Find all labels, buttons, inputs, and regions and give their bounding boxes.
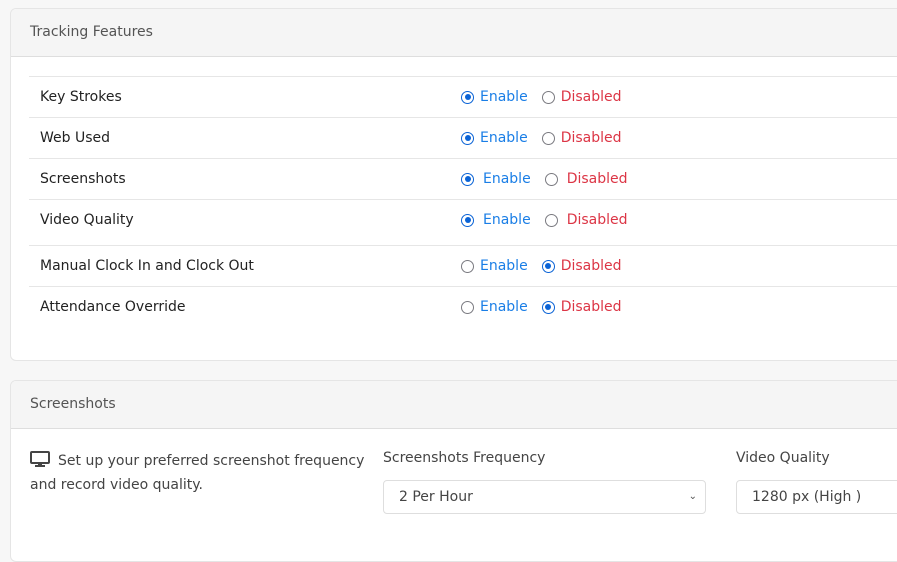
disabled-radio[interactable]: Disabled xyxy=(541,299,622,315)
feature-options: Enable Disabled xyxy=(461,246,622,286)
frequency-label: Screenshots Frequency xyxy=(383,450,546,466)
disabled-label: Disabled xyxy=(560,299,622,315)
disabled-radio[interactable]: Disabled xyxy=(544,171,628,187)
disabled-label: Disabled xyxy=(560,130,622,146)
enable-label: Enable xyxy=(480,299,528,315)
enable-radio[interactable]: Enable xyxy=(461,299,528,315)
radio-unselected-icon[interactable] xyxy=(544,213,558,227)
radio-selected-icon[interactable] xyxy=(541,300,555,314)
radio-unselected-icon[interactable] xyxy=(541,90,555,104)
enable-label: Enable xyxy=(480,130,528,146)
radio-selected-icon[interactable] xyxy=(541,259,555,273)
radio-selected-icon[interactable] xyxy=(461,90,474,104)
feature-label: Web Used xyxy=(40,130,111,146)
radio-selected-icon[interactable] xyxy=(461,213,474,227)
disabled-label: Disabled xyxy=(566,171,628,187)
monitor-icon xyxy=(30,451,50,467)
feature-options: Enable Disabled xyxy=(461,159,628,199)
screenshots-card: Screenshots Set up your preferred screen… xyxy=(10,380,897,562)
feature-row-web-used: Web Used Enable Disabled xyxy=(29,118,897,159)
radio-selected-icon[interactable] xyxy=(461,172,474,186)
enable-label: Enable xyxy=(480,258,528,274)
feature-label: Attendance Override xyxy=(40,299,186,315)
disabled-label: Disabled xyxy=(566,212,628,228)
quality-value: 1280 px (High ) xyxy=(752,489,862,505)
radio-unselected-icon[interactable] xyxy=(541,131,555,145)
feature-row-attendance-override: Attendance Override Enable Disabled xyxy=(29,287,897,327)
quality-label: Video Quality xyxy=(736,450,830,466)
disabled-radio[interactable]: Disabled xyxy=(541,89,622,105)
feature-row-manual-clock: Manual Clock In and Clock Out Enable Dis… xyxy=(29,246,897,287)
screenshots-description-block: Set up your preferred screenshot frequen… xyxy=(30,449,370,497)
feature-list: Key Strokes Enable Disabled Web Used Ena… xyxy=(29,76,897,327)
enable-radio[interactable]: Enable xyxy=(461,130,528,146)
disabled-label: Disabled xyxy=(560,258,622,274)
disabled-radio[interactable]: Disabled xyxy=(541,258,622,274)
tracking-features-title: Tracking Features xyxy=(11,9,897,57)
screenshots-description: Set up your preferred screenshot frequen… xyxy=(30,453,365,493)
feature-row-video-quality: Video Quality Enable Disabled xyxy=(29,200,897,246)
quality-select[interactable]: 1280 px (High ) xyxy=(736,480,897,514)
enable-radio[interactable]: Enable xyxy=(461,171,531,187)
enable-label: Enable xyxy=(480,89,528,105)
feature-row-key-strokes: Key Strokes Enable Disabled xyxy=(29,77,897,118)
tracking-features-card: Tracking Features Key Strokes Enable Dis… xyxy=(10,8,897,361)
disabled-radio[interactable]: Disabled xyxy=(541,130,622,146)
enable-radio[interactable]: Enable xyxy=(461,212,531,228)
feature-label: Screenshots xyxy=(40,171,126,187)
radio-selected-icon[interactable] xyxy=(461,131,474,145)
enable-label: Enable xyxy=(483,171,531,187)
chevron-down-icon: ⌄ xyxy=(688,491,697,502)
feature-options: Enable Disabled xyxy=(461,287,622,327)
frequency-select[interactable]: 2 Per Hour ⌄ xyxy=(383,480,706,514)
radio-unselected-icon[interactable] xyxy=(461,300,474,314)
enable-radio[interactable]: Enable xyxy=(461,258,528,274)
feature-label: Key Strokes xyxy=(40,89,122,105)
disabled-label: Disabled xyxy=(560,89,622,105)
feature-options: Enable Disabled xyxy=(461,77,622,117)
frequency-value: 2 Per Hour xyxy=(399,489,473,505)
feature-row-screenshots: Screenshots Enable Disabled xyxy=(29,159,897,200)
screenshots-title: Screenshots xyxy=(11,381,897,429)
feature-options: Enable Disabled xyxy=(461,118,622,158)
feature-label: Video Quality xyxy=(40,212,134,228)
enable-radio[interactable]: Enable xyxy=(461,89,528,105)
radio-unselected-icon[interactable] xyxy=(544,172,558,186)
disabled-radio[interactable]: Disabled xyxy=(544,212,628,228)
feature-label: Manual Clock In and Clock Out xyxy=(40,258,254,274)
enable-label: Enable xyxy=(483,212,531,228)
feature-options: Enable Disabled xyxy=(461,200,628,240)
radio-unselected-icon[interactable] xyxy=(461,259,474,273)
